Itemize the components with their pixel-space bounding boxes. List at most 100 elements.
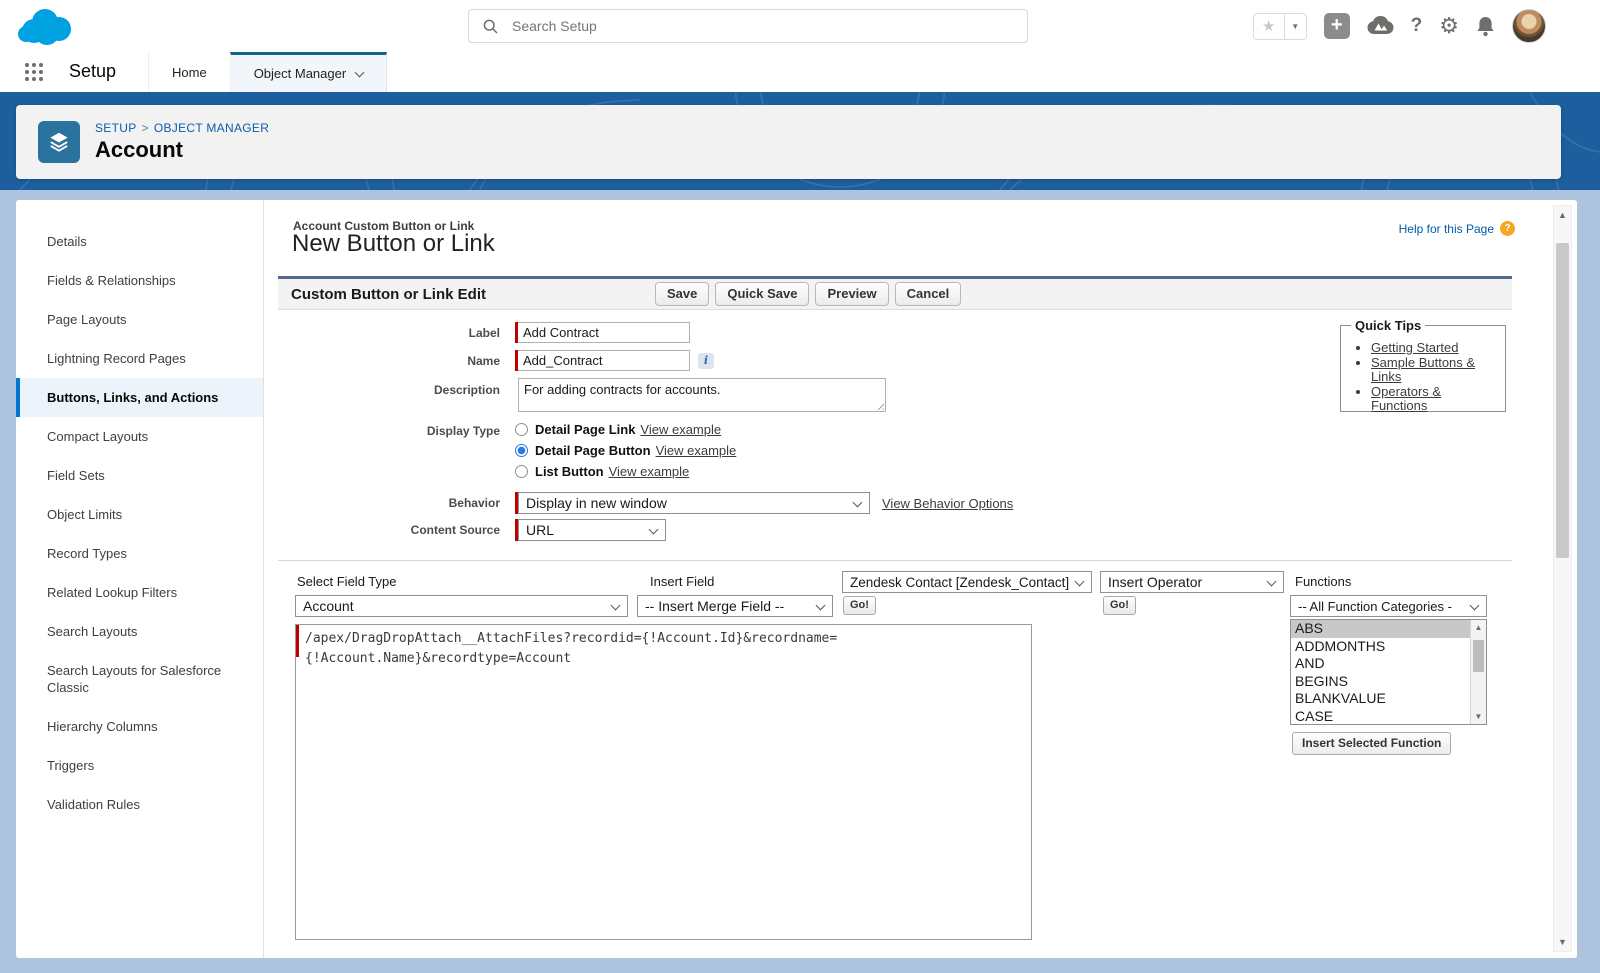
user-avatar[interactable] [1512, 9, 1546, 43]
save-button[interactable]: Save [655, 282, 710, 306]
favorites-caret-icon[interactable]: ▼ [1283, 13, 1306, 39]
label-field-label: Label [468, 326, 500, 340]
scroll-up-icon[interactable]: ▲ [1471, 623, 1486, 632]
button-url-textarea[interactable]: /apex/DragDropAttach__AttachFiles?record… [296, 625, 1031, 939]
search-icon [483, 19, 498, 34]
scrollbar-thumb[interactable] [1556, 243, 1569, 558]
radio-label: Detail Page Link [535, 422, 636, 437]
function-item-and[interactable]: AND [1291, 655, 1486, 673]
sidebar-item-object-limits[interactable]: Object Limits [16, 495, 263, 534]
function-item-addmonths[interactable]: ADDMONTHS [1291, 638, 1486, 656]
radio-unselected-icon[interactable] [515, 423, 528, 436]
header-actions: ★ ▼ + ? ⚙ [1252, 0, 1546, 52]
search-input[interactable] [510, 17, 1027, 35]
sidebar-item-lightning-record-pages[interactable]: Lightning Record Pages [16, 339, 263, 378]
section-header: Custom Button or Link Edit Save Quick Sa… [278, 276, 1512, 310]
getting-started-link[interactable]: Getting Started [1371, 340, 1458, 355]
description-textarea[interactable]: For adding contracts for accounts. [519, 379, 885, 411]
functions-listbox[interactable]: ABS ADDMONTHS AND BEGINS BLANKVALUE CASE… [1290, 619, 1487, 725]
view-example-link[interactable]: View example [609, 464, 690, 479]
breadcrumb-setup-link[interactable]: SETUP [95, 121, 137, 135]
function-item-begins[interactable]: BEGINS [1291, 673, 1486, 691]
insert-operator-go-button[interactable]: Go! [1103, 596, 1136, 615]
select-field-type-label: Select Field Type [297, 574, 397, 589]
star-icon[interactable]: ★ [1253, 13, 1284, 39]
sidebar-item-field-sets[interactable]: Field Sets [16, 456, 263, 495]
breadcrumb-object-manager-link[interactable]: OBJECT MANAGER [154, 121, 269, 135]
main-pane: Account Custom Button or Link New Button… [264, 200, 1577, 958]
field-type-select[interactable]: Account [295, 595, 628, 617]
insert-field-go-button[interactable]: Go! [843, 596, 876, 615]
function-category-select[interactable]: -- All Function Categories - [1290, 595, 1487, 617]
sidebar-item-page-layouts[interactable]: Page Layouts [16, 300, 263, 339]
sidebar-item-validation-rules[interactable]: Validation Rules [16, 785, 263, 824]
sidebar-item-details[interactable]: Details [16, 222, 263, 261]
cancel-button[interactable]: Cancel [894, 282, 962, 306]
merge-object-select[interactable]: Zendesk Contact [Zendesk_Contact] [842, 571, 1092, 593]
radio-unselected-icon[interactable] [515, 465, 528, 478]
page-header-card: SETUP > OBJECT MANAGER Account [16, 105, 1561, 179]
preview-button[interactable]: Preview [815, 282, 889, 306]
search-setup-box[interactable] [468, 9, 1028, 43]
radio-selected-icon[interactable] [515, 444, 528, 457]
name-input[interactable] [518, 350, 690, 371]
tab-home[interactable]: Home [148, 52, 230, 92]
content-card: Details Fields & Relationships Page Layo… [16, 200, 1577, 958]
sidebar-item-triggers[interactable]: Triggers [16, 746, 263, 785]
sidebar-item-buttons-links-actions[interactable]: Buttons, Links, and Actions [16, 378, 263, 417]
help-for-this-page-link[interactable]: Help for this Page ? [1399, 221, 1515, 236]
gear-icon[interactable]: ⚙ [1439, 13, 1459, 39]
sidebar-item-compact-layouts[interactable]: Compact Layouts [16, 417, 263, 456]
breadcrumb: SETUP > OBJECT MANAGER [95, 121, 269, 135]
function-item-abs[interactable]: ABS [1291, 620, 1486, 638]
radio-option-list-button[interactable]: List Button View example [515, 461, 736, 482]
bell-icon[interactable] [1476, 16, 1495, 37]
chevron-down-icon [1469, 600, 1480, 611]
tab-object-manager-label: Object Manager [253, 66, 347, 81]
help-question-icon[interactable]: ? [1500, 221, 1515, 236]
description-field: For adding contracts for accounts. [518, 378, 886, 412]
radio-option-detail-page-link[interactable]: Detail Page Link View example [515, 419, 736, 440]
insert-operator-select[interactable]: Insert Operator [1100, 571, 1284, 593]
function-item-blankvalue[interactable]: BLANKVALUE [1291, 690, 1486, 708]
trailhead-icon[interactable] [1367, 15, 1394, 37]
tab-object-manager[interactable]: Object Manager [229, 52, 388, 92]
sidebar-item-hierarchy-columns[interactable]: Hierarchy Columns [16, 707, 263, 746]
object-sidebar: Details Fields & Relationships Page Layo… [16, 200, 264, 958]
scroll-down-icon[interactable]: ▼ [1554, 937, 1571, 947]
view-example-link[interactable]: View example [640, 422, 721, 437]
operators-functions-link[interactable]: Operators & Functions [1371, 384, 1441, 414]
help-icon[interactable]: ? [1411, 15, 1423, 37]
quick-tips-title: Quick Tips [1355, 318, 1422, 333]
sample-buttons-links-link[interactable]: Sample Buttons & Links [1371, 355, 1475, 385]
function-item-case[interactable]: CASE [1291, 708, 1486, 726]
view-example-link[interactable]: View example [656, 443, 737, 458]
content-source-select[interactable]: URL [518, 519, 666, 541]
main-scrollbar[interactable]: ▲ ▼ [1553, 205, 1572, 952]
sidebar-item-search-layouts-classic[interactable]: Search Layouts for Salesforce Classic [16, 651, 263, 707]
global-add-icon[interactable]: + [1323, 13, 1350, 39]
chevron-down-icon [354, 67, 365, 77]
scroll-up-icon[interactable]: ▲ [1554, 210, 1571, 220]
scrollbar-thumb[interactable] [1473, 640, 1484, 672]
behavior-select[interactable]: Display in new window [518, 492, 870, 514]
display-type-options: Detail Page Link View example Detail Pag… [515, 419, 736, 482]
sidebar-item-fields-relationships[interactable]: Fields & Relationships [16, 261, 263, 300]
insert-merge-field-select[interactable]: -- Insert Merge Field -- [637, 595, 833, 617]
scroll-down-icon[interactable]: ▼ [1471, 712, 1486, 721]
object-title: Account [95, 137, 183, 162]
functions-label: Functions [1295, 574, 1352, 589]
label-input[interactable] [518, 322, 690, 343]
listbox-scrollbar[interactable]: ▲ ▼ [1470, 620, 1486, 724]
favorites-control[interactable]: ★ ▼ [1252, 12, 1307, 40]
sidebar-item-record-types[interactable]: Record Types [16, 534, 263, 573]
info-icon[interactable]: i [698, 352, 714, 369]
quick-save-button[interactable]: Quick Save [715, 282, 810, 306]
radio-option-detail-page-button[interactable]: Detail Page Button View example [515, 440, 736, 461]
app-launcher-icon[interactable] [25, 63, 43, 81]
insert-selected-function-button[interactable]: Insert Selected Function [1292, 732, 1452, 755]
sidebar-item-related-lookup-filters[interactable]: Related Lookup Filters [16, 573, 263, 612]
view-behavior-options-link[interactable]: View Behavior Options [882, 496, 1013, 511]
sidebar-item-search-layouts[interactable]: Search Layouts [16, 612, 263, 651]
app-name-label: Setup [69, 61, 117, 81]
